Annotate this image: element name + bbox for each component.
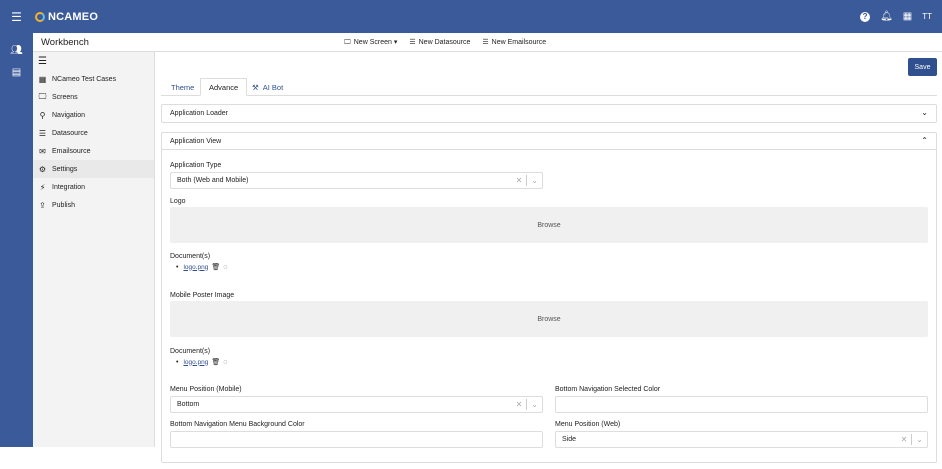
users-icon[interactable]: 👥︎	[0, 39, 33, 61]
bottom-nav-selected-color-label: Bottom Navigation Selected Color	[555, 386, 661, 393]
chevron-down-icon[interactable]: ⌄	[921, 108, 928, 117]
monitor-icon: 🖵︎	[38, 92, 47, 101]
settings-tabs: Theme Advance ⚒︎ AI Bot	[161, 78, 937, 96]
sidebar-item-screens[interactable]: 🖵︎ Screens	[38, 88, 155, 106]
brand-name: NCAMEO	[48, 10, 99, 23]
upload-icon: ⇪	[39, 200, 46, 210]
workbench-icon[interactable]: ▤	[0, 61, 33, 83]
logo-label: Logo	[170, 198, 186, 205]
chevron-down-icon[interactable]: ⌄	[916, 435, 923, 444]
workbench-sidebar: ☰ ▦ NCameo Test Cases 🖵︎ Screens ⚲ Navigati…	[33, 52, 155, 447]
sitemap-icon: ⚲	[39, 110, 46, 120]
sidebar-item-publish[interactable]: ⇪ Publish	[38, 196, 155, 214]
clear-icon[interactable]: ✕	[901, 435, 908, 444]
application-type-value: Both (Web and Mobile)	[177, 177, 249, 184]
menu-icon[interactable]: ☰	[0, 0, 33, 33]
bell-icon[interactable]: 🔔︎	[880, 11, 893, 22]
chevron-down-icon[interactable]: ⌄	[531, 400, 538, 409]
clear-icon[interactable]: ✕	[516, 176, 523, 185]
sidebar-item-datasource[interactable]: ☰ Datasource	[38, 124, 155, 142]
brand-logo[interactable]: NCAMEO	[35, 11, 98, 23]
application-loader-section: Application Loader ⌄	[161, 104, 937, 123]
plug-icon: ⚡︎	[39, 182, 46, 192]
top-right-tools: ? 🔔︎ ▦ TT	[860, 0, 932, 33]
table-icon: ▦	[38, 74, 47, 84]
database-icon: ☰	[482, 39, 489, 46]
logo-document-item: • logo.png 🗑︎ ◌	[176, 263, 227, 272]
bottom-nav-bg-color-input[interactable]	[170, 431, 543, 448]
envelope-icon: ✉	[39, 146, 46, 156]
poster-browse-dropzone[interactable]: Browse	[170, 301, 928, 337]
workbench-header: Workbench 🖵︎ New Screen ▾ ☰ New Datasource…	[33, 33, 942, 52]
sidebar-item-test-cases[interactable]: ▦ NCameo Test Cases	[38, 70, 155, 88]
poster-document-item: • logo.png 🗑︎ ◌	[176, 358, 227, 367]
application-type-select[interactable]: Both (Web and Mobile) ✕ ⌄	[170, 172, 543, 189]
magic-wand-icon: ⚒︎	[252, 82, 259, 92]
sidebar-item-emailsource[interactable]: ✉ Emailsource	[38, 142, 155, 160]
menu-position-mobile-label: Menu Position (Mobile)	[170, 386, 242, 393]
logo-documents-label: Document(s)	[170, 253, 211, 260]
trash-icon[interactable]: 🗑︎	[211, 263, 220, 271]
application-view-section: Application View ⌃ Application Type Both…	[161, 132, 937, 463]
help-icon[interactable]: ?	[860, 11, 871, 22]
menu-position-web-value: Side	[562, 436, 577, 443]
new-screen-button[interactable]: 🖵︎ New Screen ▾	[344, 38, 397, 47]
poster-file-link[interactable]: logo.png	[183, 359, 208, 366]
poster-documents-label: Document(s)	[170, 348, 211, 355]
clear-icon[interactable]: ✕	[516, 400, 523, 409]
gear-icon: ⚙	[38, 164, 47, 174]
new-datasource-button[interactable]: ☰ New Datasource	[409, 38, 470, 47]
section-title: Application View	[170, 137, 222, 145]
menu-position-mobile-value: Bottom	[177, 401, 200, 408]
logo-file-link[interactable]: logo.png	[183, 264, 208, 271]
select-separator	[526, 399, 528, 410]
tab-theme[interactable]: Theme	[163, 78, 202, 96]
application-view-header[interactable]: Application View ⌃	[162, 133, 936, 150]
settings-content: Save Theme Advance ⚒︎ AI Bot Application …	[161, 52, 937, 469]
top-bar: ☰ NCAMEO ? 🔔︎ ▦ TT	[0, 0, 942, 33]
new-emailsource-button[interactable]: ☰ New Emailsource	[482, 38, 546, 47]
chevron-down-icon[interactable]: ⌄	[531, 176, 538, 185]
chevron-up-icon[interactable]: ⌃	[921, 136, 928, 145]
select-separator	[911, 434, 913, 445]
eye-slash-icon[interactable]: ◌	[223, 359, 227, 366]
select-controls: ✕ ⌄	[516, 399, 538, 410]
monitor-icon: 🖵︎	[344, 39, 351, 46]
menu-position-mobile-select[interactable]: Bottom ✕ ⌄	[170, 396, 543, 413]
header-actions: 🖵︎ New Screen ▾ ☰ New Datasource ☰ New Emai…	[344, 38, 546, 47]
select-separator	[526, 175, 528, 186]
menu-position-web-select[interactable]: Side ✕ ⌄	[555, 431, 928, 448]
sidebar-toggle-icon[interactable]: ☰	[38, 56, 47, 67]
page-title: Workbench	[41, 37, 89, 48]
sidebar-item-settings[interactable]: ⚙ Settings	[33, 160, 154, 178]
application-loader-header[interactable]: Application Loader ⌄	[162, 105, 936, 122]
eye-slash-icon[interactable]: ◌	[223, 264, 227, 271]
bottom-nav-selected-color-input[interactable]	[555, 396, 928, 413]
logo-mark-icon	[35, 11, 45, 22]
bullet: •	[176, 263, 179, 271]
grid-icon[interactable]: ▦	[903, 11, 912, 22]
menu-position-web-label: Menu Position (Web)	[555, 421, 621, 428]
sidebar-item-navigation[interactable]: ⚲ Navigation	[38, 106, 155, 124]
left-rail: 👥︎ ▤	[0, 33, 33, 447]
trash-icon[interactable]: 🗑︎	[211, 358, 220, 366]
logo-browse-dropzone[interactable]: Browse	[170, 207, 928, 243]
section-title: Application Loader	[170, 110, 228, 117]
user-avatar[interactable]: TT	[922, 12, 932, 21]
database-icon: ☰	[409, 39, 416, 46]
tab-advance[interactable]: Advance	[200, 78, 248, 96]
bullet: •	[176, 358, 179, 366]
select-controls: ✕ ⌄	[516, 175, 538, 186]
tab-ai-bot[interactable]: ⚒︎ AI Bot	[244, 78, 291, 96]
sidebar-item-integration[interactable]: ⚡︎ Integration	[38, 178, 155, 196]
poster-image-label: Mobile Poster Image	[170, 292, 235, 299]
database-icon: ☰	[38, 128, 47, 138]
bottom-nav-bg-color-label: Bottom Navigation Menu Background Color	[170, 421, 305, 428]
application-type-label: Application Type	[170, 162, 222, 169]
save-button[interactable]: Save	[908, 58, 937, 76]
select-controls: ✕ ⌄	[901, 434, 923, 445]
